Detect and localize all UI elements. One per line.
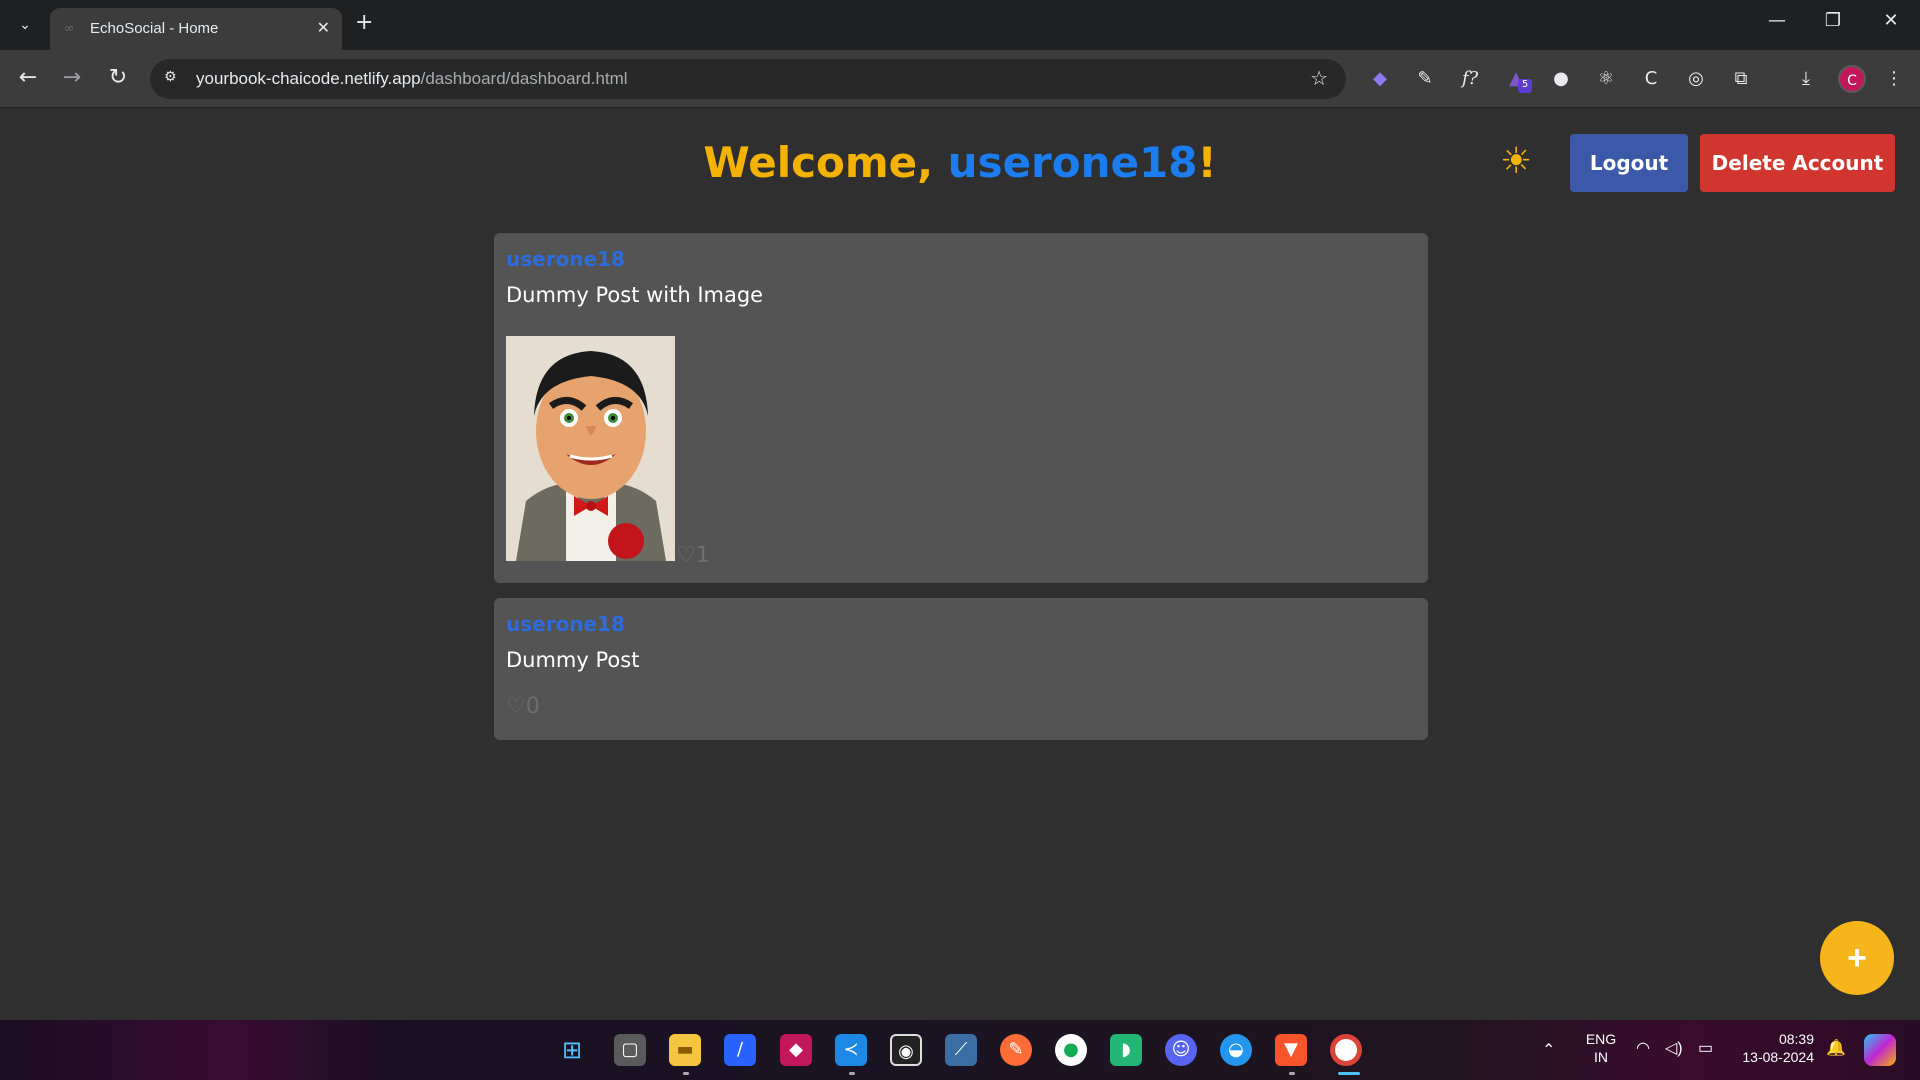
obs-icon[interactable]: ◉ (890, 1034, 922, 1066)
like-count: 0 (525, 694, 540, 719)
extension-cap-icon[interactable]: ▲ 5 (1502, 65, 1532, 93)
new-tab-icon[interactable]: + (355, 12, 373, 34)
address-bar[interactable]: ⚙ yourbook-chaicode.netlify.app/dashboar… (150, 59, 1346, 99)
minimize-icon[interactable]: — (1762, 10, 1792, 31)
wifi-icon[interactable]: ◠ (1636, 1038, 1650, 1058)
forward-icon[interactable]: → (58, 66, 86, 90)
url-path: /dashboard/dashboard.html (420, 69, 628, 88)
active-indicator (1338, 1072, 1360, 1075)
chrome-icon[interactable] (1330, 1034, 1362, 1066)
theme-toggle-sun-icon[interactable]: ☀ (1500, 144, 1532, 180)
gitkraken-icon[interactable]: ◗ (1110, 1034, 1142, 1066)
windows-start-icon[interactable]: ⊞ (556, 1034, 588, 1066)
running-indicator (683, 1072, 689, 1075)
mysql-icon[interactable]: ⟋ (945, 1034, 977, 1066)
heart-icon: ♡ (676, 543, 696, 568)
restore-icon[interactable]: ❐ (1818, 10, 1848, 31)
git-icon[interactable]: ◆ (780, 1034, 812, 1066)
welcome-username: userone18 (947, 138, 1198, 187)
tray-overflow-icon[interactable]: ⌃ (1542, 1040, 1555, 1060)
like-count: 1 (695, 543, 710, 568)
heart-icon: ♡ (506, 694, 526, 719)
site-info-icon[interactable]: ⚙ (164, 69, 184, 89)
post-author[interactable]: userone18 (506, 612, 625, 636)
extension-target-icon[interactable]: ◎ (1682, 65, 1710, 93)
logout-button[interactable]: Logout (1570, 134, 1688, 192)
delete-account-button[interactable]: Delete Account (1700, 134, 1895, 192)
post-author[interactable]: userone18 (506, 247, 625, 271)
extension-react-icon[interactable]: ⚛ (1592, 65, 1620, 93)
extension-code-icon[interactable]: C (1637, 65, 1665, 93)
vscode-icon[interactable]: ≺ (835, 1034, 867, 1066)
notification-bell-icon[interactable]: 🔔 (1826, 1038, 1846, 1058)
clock-time: 08:39 (1778, 1031, 1814, 1047)
postman-icon[interactable]: ✎ (1000, 1034, 1032, 1066)
lang-top: ENG (1585, 1031, 1617, 1047)
extension-dropper-icon[interactable]: ✎ (1411, 65, 1439, 93)
profile-avatar[interactable]: C (1838, 65, 1866, 93)
mongodb-icon[interactable]: ● (1055, 1034, 1087, 1066)
tab-close-icon[interactable]: ✕ (317, 18, 330, 37)
task-view-icon[interactable]: ▢ (614, 1034, 646, 1066)
lang-bottom: IN (1594, 1049, 1608, 1065)
extension-font-icon[interactable]: f? (1456, 65, 1484, 93)
post-image (506, 336, 675, 561)
reload-icon[interactable]: ↻ (104, 66, 132, 90)
welcome-prefix: Welcome, (703, 138, 948, 187)
running-indicator (849, 1072, 855, 1075)
extension-circle-icon[interactable]: ● (1547, 65, 1575, 93)
browser-tab-strip: ⌄ ∞ EchoSocial - Home ✕ + — ❐ ✕ (0, 0, 1920, 50)
clock-date: 13-08-2024 (1742, 1049, 1814, 1065)
browser-tab[interactable]: ∞ EchoSocial - Home ✕ (50, 8, 342, 50)
post-card: userone18 Dummy Post with Image ♡1 (494, 233, 1428, 583)
url-host: yourbook-chaicode.netlify.app (196, 69, 421, 88)
language-indicator[interactable]: ENG IN (1580, 1030, 1622, 1066)
url-text: yourbook-chaicode.netlify.app/dashboard/… (196, 69, 628, 89)
back-icon[interactable]: ← (14, 66, 42, 90)
extensions-puzzle-icon[interactable]: ⧉ (1727, 65, 1755, 93)
post-card: userone18 Dummy Post ♡0 (494, 598, 1428, 740)
browser-toolbar: ← → ↻ ⚙ yourbook-chaicode.netlify.app/da… (0, 50, 1920, 108)
app-icon[interactable]: ∕ (724, 1034, 756, 1066)
volume-icon[interactable]: ◁) (1665, 1038, 1683, 1058)
like-button[interactable]: ♡0 (506, 694, 540, 719)
extension-badge: 5 (1518, 79, 1532, 93)
extension-brush-icon[interactable]: ◆ (1366, 65, 1394, 93)
post-text: Dummy Post (506, 648, 640, 672)
window-close-icon[interactable]: ✕ (1876, 10, 1906, 31)
bookmark-star-icon[interactable]: ☆ (1310, 66, 1328, 90)
ventriloquist-doll-image (506, 336, 675, 561)
tab-search-icon[interactable]: ⌄ (12, 12, 38, 38)
welcome-suffix: ! (1197, 138, 1217, 187)
like-button[interactable]: ♡1 (676, 543, 710, 568)
docker-icon[interactable]: ◒ (1220, 1034, 1252, 1066)
download-icon[interactable]: ⤓ (1792, 65, 1820, 93)
tab-favicon-icon: ∞ (64, 21, 74, 35)
post-text: Dummy Post with Image (506, 283, 764, 307)
copilot-icon[interactable] (1864, 1034, 1896, 1066)
taskbar: ⊞ ▢ ▬ ∕ ◆ ≺ ◉ ⟋ ✎ ● ◗ ☺ ◒ ▼ ⌃ ENG IN ◠ ◁… (0, 1020, 1920, 1080)
create-post-button[interactable]: + (1820, 921, 1894, 995)
dashboard-page: Welcome, userone18! ☀ Logout Delete Acco… (0, 108, 1920, 1020)
tab-title: EchoSocial - Home (90, 20, 219, 37)
brave-icon[interactable]: ▼ (1275, 1034, 1307, 1066)
browser-menu-icon[interactable]: ⋮ (1880, 65, 1908, 93)
battery-icon[interactable]: ▭ (1698, 1038, 1713, 1058)
running-indicator (1289, 1072, 1295, 1075)
file-explorer-icon[interactable]: ▬ (669, 1034, 701, 1066)
discord-icon[interactable]: ☺ (1165, 1034, 1197, 1066)
clock[interactable]: 08:39 13-08-2024 (1734, 1030, 1814, 1066)
